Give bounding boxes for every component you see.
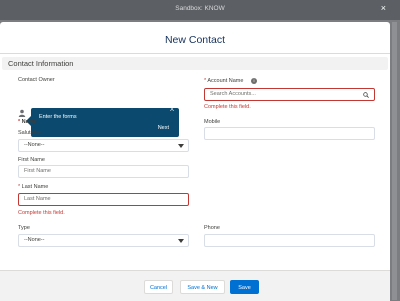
salutation-label: Salutation — [18, 130, 43, 136]
first-name-label: First Name — [18, 157, 45, 163]
cancel-button[interactable]: Cancel — [144, 280, 173, 294]
last-name-placeholder: Last Name — [24, 196, 51, 202]
mobile-label: Mobile — [204, 119, 221, 125]
modal-footer: Cancel Save & New Save — [0, 270, 390, 301]
user-icon — [18, 109, 26, 117]
type-value: --None-- — [24, 237, 45, 243]
save-and-new-button[interactable]: Save & New — [180, 280, 225, 294]
account-name-label-text: Account Name — [207, 78, 244, 84]
name-label: * Name — [18, 119, 37, 125]
header-divider — [0, 53, 390, 54]
window-title: Sandbox: KNOW — [175, 5, 225, 12]
first-name-placeholder: First Name — [24, 168, 51, 174]
salutation-select[interactable]: --None-- — [18, 139, 189, 152]
name-label-text: Name — [21, 119, 37, 125]
walkthrough-tooltip: Enter the forms X Next — [26, 107, 179, 137]
new-contact-modal: New Contact Contact Information Contact … — [0, 22, 390, 301]
account-search-input[interactable]: Search Accounts... — [204, 88, 375, 101]
account-search-placeholder: Search Accounts... — [210, 91, 256, 97]
section-header[interactable]: Contact Information — [2, 57, 388, 70]
close-icon[interactable]: × — [381, 2, 386, 14]
last-name-input[interactable]: Last Name — [18, 193, 189, 206]
account-name-label: * Account Name — [204, 78, 243, 84]
phone-label: Phone — [204, 225, 220, 231]
info-icon[interactable]: i — [251, 78, 257, 84]
tooltip-close-button[interactable]: X — [170, 107, 174, 113]
modal-title: New Contact — [164, 34, 226, 46]
scrollbar[interactable] — [392, 22, 397, 300]
section-title: Contact Information — [8, 59, 74, 68]
last-name-label-text: Last Name — [21, 184, 49, 190]
tooltip-next-link[interactable]: Next — [158, 125, 169, 131]
contact-owner-label: Contact Owner — [18, 77, 55, 83]
search-icon[interactable] — [363, 92, 369, 98]
phone-input[interactable] — [204, 234, 375, 247]
save-button[interactable]: Save — [230, 280, 259, 294]
tooltip-text: Enter the forms — [39, 114, 77, 120]
type-label: Type — [18, 225, 30, 231]
account-name-error: Complete this field. — [204, 104, 251, 110]
first-name-input[interactable]: First Name — [18, 165, 189, 178]
window-title-bar: Sandbox: KNOW × — [0, 0, 400, 20]
mobile-input[interactable] — [204, 127, 375, 140]
last-name-error: Complete this field. — [18, 210, 65, 216]
type-select[interactable]: --None-- — [18, 234, 189, 247]
salutation-value: --None-- — [24, 142, 45, 148]
last-name-label: * Last Name — [18, 184, 48, 190]
